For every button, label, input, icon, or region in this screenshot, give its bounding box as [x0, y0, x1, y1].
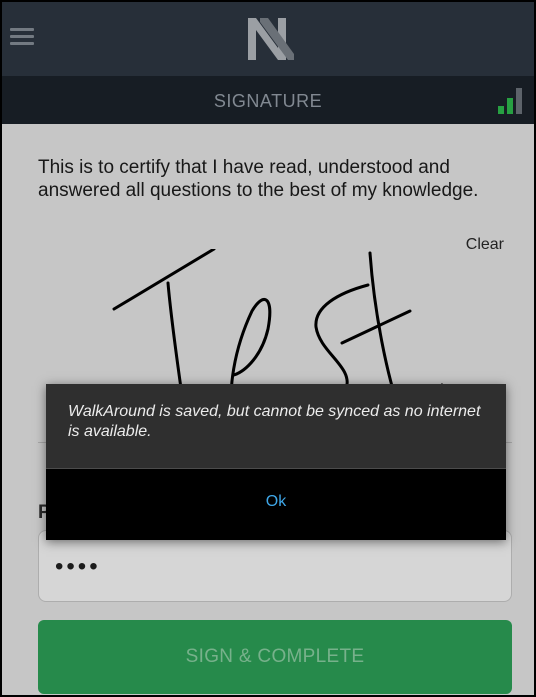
dialog-actions: Ok: [46, 469, 506, 540]
ok-button[interactable]: Ok: [46, 493, 506, 511]
dialog-scrim: [2, 2, 534, 695]
sync-warning-dialog: WalkAround is saved, but cannot be synce…: [46, 384, 506, 540]
app-screen: SIGNATURE This is to certify that I have…: [0, 0, 536, 697]
dialog-message: WalkAround is saved, but cannot be synce…: [68, 403, 481, 440]
